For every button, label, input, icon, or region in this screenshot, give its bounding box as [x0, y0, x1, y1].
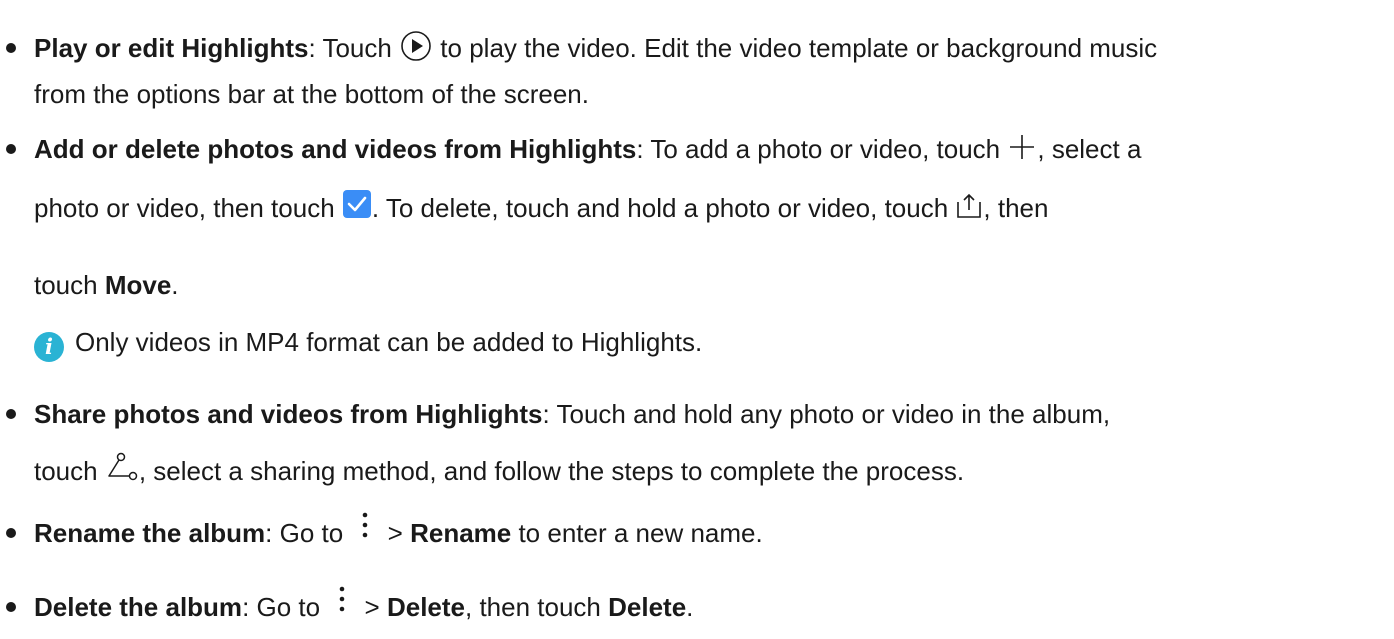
- item-add-text: : To add a photo or video, touch: [636, 134, 1008, 164]
- item-add-text-4: . To delete, touch and hold a photo or v…: [371, 193, 956, 223]
- rename-label: Rename: [410, 518, 512, 548]
- item-delete-sep: >: [357, 592, 387, 622]
- item-add-line-3: touch Move.: [34, 268, 179, 302]
- item-rename-title: Rename the album: [34, 518, 266, 548]
- item-add-text-3: photo or video, then touch: [34, 193, 342, 223]
- item-rename-text: : Go to: [265, 518, 351, 548]
- item-share-line-1: Share photos and videos from Highlights:…: [34, 397, 1110, 431]
- item-add-text-5: , then: [983, 193, 1049, 223]
- item-add-note: Only videos in MP4 format can be added t…: [75, 325, 702, 359]
- bullet: [6, 43, 16, 53]
- item-share-text-2: touch: [34, 456, 105, 486]
- item-add-line-1: Add or delete photos and videos from Hig…: [34, 132, 1141, 166]
- item-delete-text-3: .: [686, 592, 694, 622]
- share-icon: [105, 452, 139, 482]
- play-circle-icon: [399, 29, 433, 63]
- item-add-title: Add or delete photos and videos from Hig…: [34, 134, 637, 164]
- item-share-line-2: touch , select a sharing method, and fol…: [34, 452, 965, 488]
- bullet: [6, 602, 16, 612]
- item-delete-line: Delete the album: Go to > Delete, then t…: [34, 586, 694, 626]
- item-play-line-2: from the options bar at the bottom of th…: [34, 77, 589, 111]
- item-delete-text: : Go to: [242, 592, 328, 622]
- bullet: [6, 409, 16, 419]
- item-add-text-2: , select a: [1037, 134, 1142, 164]
- item-add-text-6: touch: [34, 270, 105, 300]
- info-icon: [34, 332, 64, 362]
- item-play-text: : Touch: [308, 33, 400, 63]
- item-play-text-3: from the options bar at the bottom of th…: [34, 79, 589, 109]
- more-vertical-icon: [360, 510, 370, 544]
- item-play-title: Play or edit Highlights: [34, 33, 309, 63]
- item-play-text-2: to play the video. Edit the video templa…: [433, 33, 1158, 63]
- item-add-line-2: photo or video, then touch . To delete, …: [34, 189, 1049, 225]
- bullet: [6, 144, 16, 154]
- more-vertical-icon: [337, 584, 347, 618]
- checkbox-checked-icon: [342, 189, 372, 219]
- item-play-line-1: Play or edit Highlights: Touch to play t…: [34, 31, 1157, 67]
- item-add-text-7: .: [171, 270, 179, 300]
- item-share-text: : Touch and hold any photo or video in t…: [542, 399, 1111, 429]
- move-label: Move: [104, 270, 172, 300]
- delete-label: Delete: [386, 592, 466, 622]
- item-delete-title: Delete the album: [34, 592, 243, 622]
- note-text: Only videos in MP4 format can be added t…: [75, 327, 703, 357]
- item-share-title: Share photos and videos from Highlights: [34, 399, 543, 429]
- item-share-text-3: , select a sharing method, and follow th…: [138, 456, 965, 486]
- plus-icon: [1007, 132, 1037, 162]
- delete-label-2: Delete: [608, 592, 687, 622]
- item-rename-text-2: to enter a new name.: [511, 518, 763, 548]
- item-delete-text-2: , then touch: [465, 592, 609, 622]
- bullet: [6, 528, 16, 538]
- move-out-icon: [955, 192, 983, 220]
- item-rename-sep: >: [380, 518, 411, 548]
- item-rename-line: Rename the album: Go to > Rename to ente…: [34, 512, 763, 552]
